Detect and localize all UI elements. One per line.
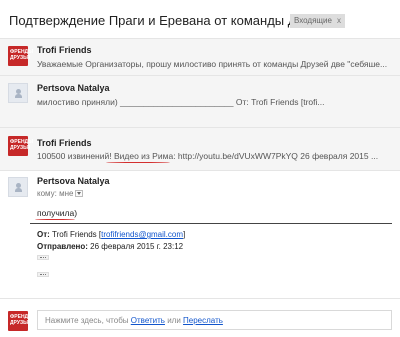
message-sender: Pertsova Natalya <box>37 83 110 93</box>
thread-header: Подтверждение Праги и Еревана от команды… <box>0 0 400 38</box>
quote-sent-label: Отправлено: <box>37 242 88 251</box>
message-snippet: Уважаемые Организаторы, прошу милостиво … <box>37 59 388 69</box>
inbox-label-chip[interactable]: Входящие x <box>290 14 345 28</box>
reply-prefix: Нажмите здесь, чтобы <box>45 316 131 325</box>
trofi-logo-icon: ФРЕНДЫ ДРУЗЬЯ <box>10 139 34 151</box>
recipient-label: кому: мне <box>37 189 74 198</box>
reply-link[interactable]: Ответить <box>131 316 165 325</box>
show-trimmed-content-button[interactable] <box>37 255 49 260</box>
message-sender: Trofi Friends <box>37 45 92 55</box>
person-avatar <box>8 177 28 197</box>
snippet-prefix: 100500 извинений! <box>37 151 114 161</box>
thread-subject: Подтверждение Праги и Еревана от команды… <box>9 13 335 28</box>
message-sender[interactable]: Pertsova Natalya <box>37 176 110 186</box>
recipient-line: кому: мне <box>37 189 84 198</box>
quote-sent: Отправлено: 26 февраля 2015 г. 23:12 <box>37 242 183 251</box>
trofi-logo-avatar: ФРЕНДЫ ДРУЗЬЯ <box>8 46 34 66</box>
recipient-details-dropdown-icon[interactable] <box>75 190 84 198</box>
quote-from-label: От: <box>37 230 50 239</box>
quote-sent-value: 26 февраля 2015 г. 23:12 <box>90 242 184 251</box>
forward-link[interactable]: Переслать <box>183 316 223 325</box>
quote-from-email-link[interactable]: trofifriends@gmail.com <box>101 230 183 239</box>
quote-from-name: Trofi Friends [ <box>52 230 102 239</box>
show-trimmed-content-button[interactable] <box>37 272 49 277</box>
message-collapsed[interactable]: Pertsova Natalya милостиво приняли) ____… <box>0 75 400 127</box>
handdrawn-underline <box>35 219 75 220</box>
trofi-logo-icon: ФРЕНДЫ ДРУЗЬЯ <box>10 49 34 61</box>
message-expanded: Pertsova Natalya кому: мне получила) От:… <box>0 170 400 298</box>
message-snippet: 100500 извинений! Видео из Рима: http://… <box>37 151 392 161</box>
trofi-logo-avatar: ФРЕНДЫ ДРУЗЬЯ <box>8 136 34 156</box>
message-snippet: милостиво приняли) _____________________… <box>37 97 325 107</box>
quote-from: От: Trofi Friends [trofifriends@gmail.co… <box>37 230 185 239</box>
trofi-logo-avatar: ФРЕНДЫ ДРУЗЬЯ <box>8 311 34 331</box>
quote-divider <box>30 223 392 224</box>
person-icon <box>15 89 22 98</box>
person-icon <box>15 183 22 192</box>
handdrawn-underline <box>106 162 170 163</box>
remove-label-icon[interactable]: x <box>337 14 341 28</box>
person-avatar <box>8 83 28 103</box>
reply-middle: или <box>164 316 184 325</box>
trofi-logo-icon: ФРЕНДЫ ДРУЗЬЯ <box>10 314 34 326</box>
inbox-label: Входящие <box>294 16 332 25</box>
message-collapsed[interactable]: ФРЕНДЫ ДРУЗЬЯ Trofi Friends 100500 извин… <box>0 127 400 170</box>
quote-from-end: ] <box>183 230 186 239</box>
message-body: получила) <box>37 208 78 218</box>
reply-box[interactable]: Нажмите здесь, чтобы Ответить или Пересл… <box>37 310 392 330</box>
snippet-video-title: Видео из Рима <box>113 151 174 161</box>
snippet-suffix: : http://youtu.be/dVUxWW7PkYQ 26 февраля… <box>173 151 379 161</box>
message-collapsed[interactable]: ФРЕНДЫ ДРУЗЬЯ Trofi Friends Уважаемые Ор… <box>0 38 400 75</box>
message-sender: Trofi Friends <box>37 138 92 148</box>
reply-area: ФРЕНДЫ ДРУЗЬЯ Нажмите здесь, чтобы Ответ… <box>0 298 400 337</box>
reply-prompt: Нажмите здесь, чтобы Ответить или Пересл… <box>45 316 223 325</box>
